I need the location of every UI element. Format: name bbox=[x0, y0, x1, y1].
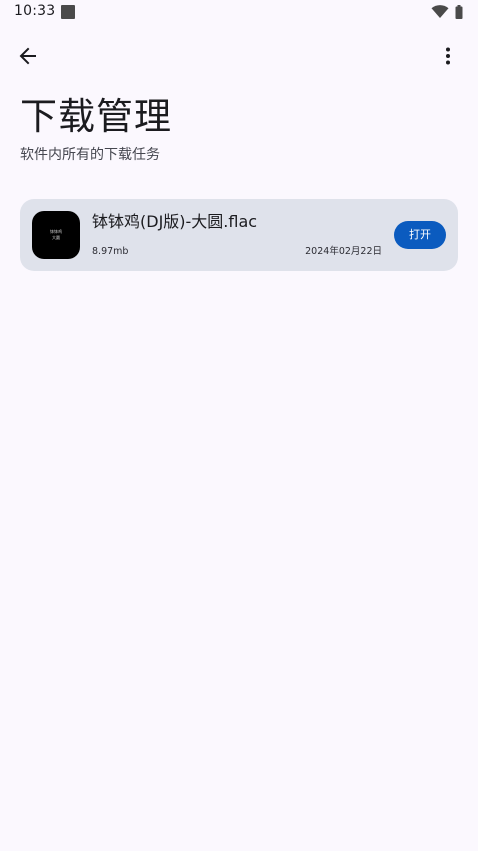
file-size: 8.97mb bbox=[92, 246, 129, 257]
arrow-back-icon bbox=[19, 47, 36, 65]
file-name: 钵钵鸡(DJ版)-大圆.flac bbox=[92, 212, 258, 231]
wifi-icon bbox=[431, 4, 449, 23]
page-title: 下载管理 bbox=[20, 95, 172, 138]
back-button[interactable] bbox=[10, 38, 46, 74]
download-item[interactable]: 钵钵鸡 大圆 钵钵鸡(DJ版)-大圆.flac 8.97mb 2024年02月2… bbox=[20, 199, 458, 271]
status-time: 10:33 bbox=[14, 3, 56, 19]
top-app-bar bbox=[0, 34, 478, 78]
battery-icon bbox=[455, 4, 463, 23]
notification-square-icon bbox=[61, 5, 75, 19]
open-button[interactable]: 打开 bbox=[394, 221, 446, 249]
thumbnail-text-line2: 大圆 bbox=[52, 235, 60, 240]
thumbnail-text: 钵钵鸡 大圆 bbox=[32, 229, 80, 241]
more-vertical-icon bbox=[446, 47, 450, 65]
more-options-button[interactable] bbox=[432, 38, 464, 74]
page-subtitle: 软件内所有的下载任务 bbox=[20, 147, 160, 163]
file-date: 2024年02月22日 bbox=[305, 246, 382, 257]
file-thumbnail: 钵钵鸡 大圆 bbox=[32, 211, 80, 259]
status-bar: 10:33 bbox=[0, 0, 478, 26]
